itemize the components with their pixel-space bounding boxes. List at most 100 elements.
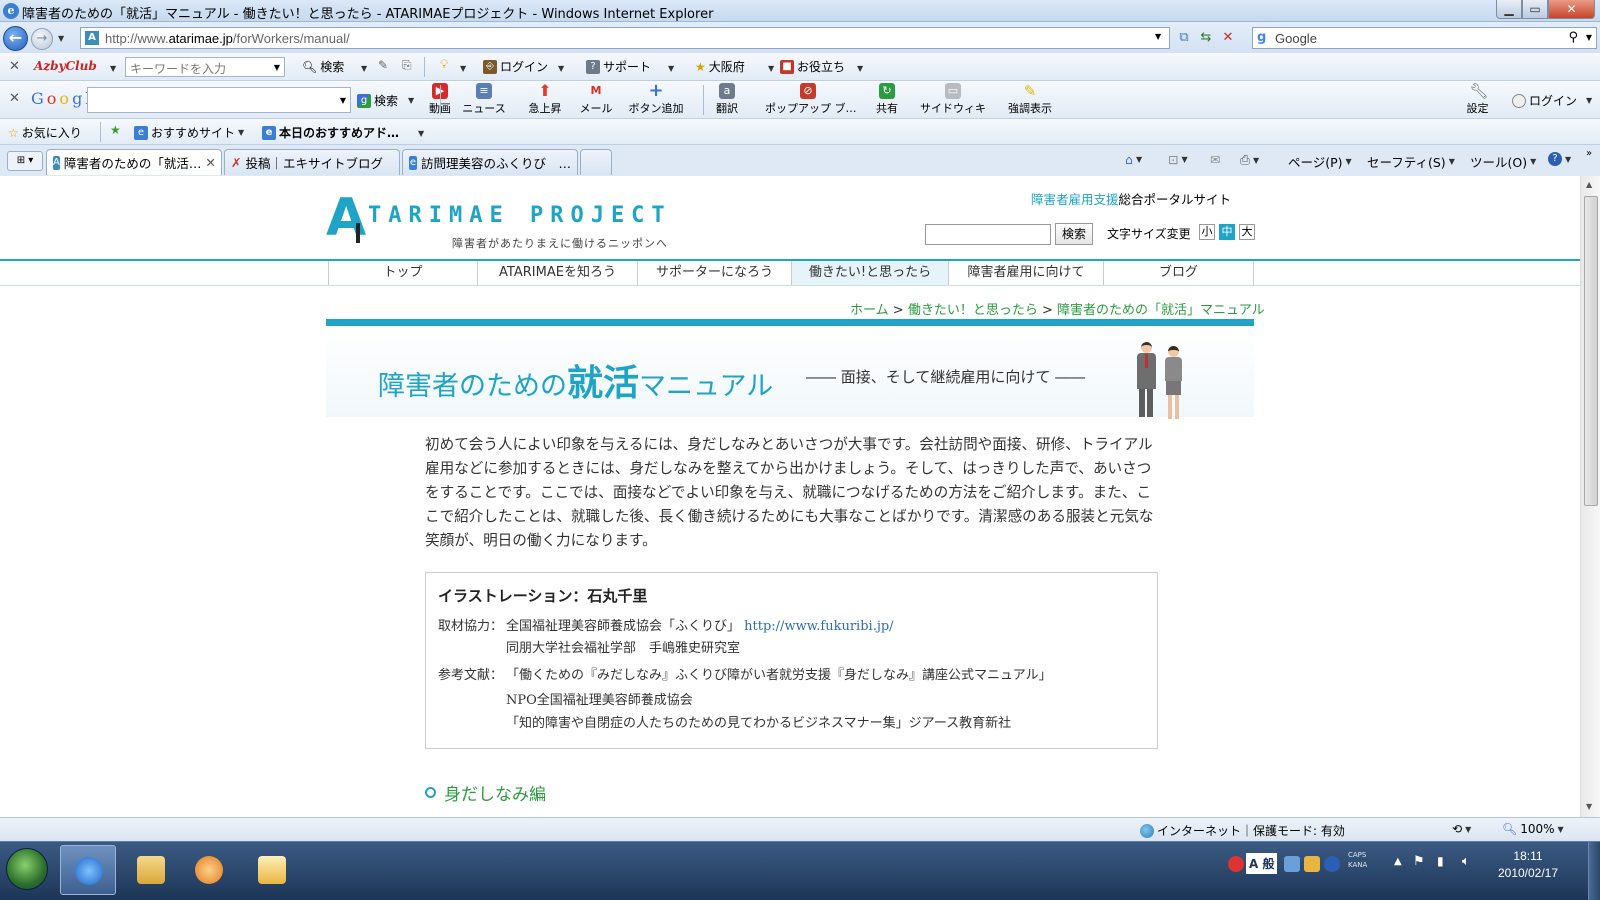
quick-tabs-button[interactable]: ⊞ ▾ <box>7 151 43 171</box>
font-size-small-button[interactable]: 小 <box>1199 224 1215 240</box>
system-clock[interactable]: 18:11 2010/02/17 <box>1488 848 1568 882</box>
feeds-button[interactable]: ⊡ ▼ <box>1168 152 1188 167</box>
popup-blocker-button[interactable]: ⊘ ポップアップ ブ… <box>765 83 857 117</box>
stop-icon[interactable]: ✕ <box>1218 29 1238 47</box>
news-button[interactable]: ≡ ニュース <box>454 83 514 117</box>
maximize-button[interactable]: ▭ <box>1522 0 1548 19</box>
show-desktop-button[interactable] <box>1588 842 1600 900</box>
search-history-dropdown-icon[interactable]: ▼ <box>340 96 346 105</box>
lightbulb-dropdown-icon[interactable]: ▼ <box>460 64 466 73</box>
nav-about-atarimae[interactable]: ATARIMAEを知ろう <box>478 261 638 285</box>
nav-employment[interactable]: 障害者雇用に向けて <box>949 261 1104 285</box>
site-search-input[interactable] <box>925 224 1051 245</box>
sidewiki-button[interactable]: ▭ サイドウィキ <box>918 83 988 117</box>
nav-top[interactable]: トップ <box>328 261 478 285</box>
google-login-dropdown-icon[interactable]: ▼ <box>1586 96 1592 105</box>
tab-excite-blog[interactable]: ✗ 投稿｜エキサイトブログ <box>224 149 400 175</box>
share-button[interactable]: ↻ 共有 <box>862 83 912 117</box>
azby-keyword-input[interactable]: キーワードを入力 ▼ <box>125 57 285 77</box>
close-window-button[interactable]: ✕ <box>1548 0 1595 19</box>
compatibility-view-icon[interactable]: ⧉ <box>1174 29 1194 47</box>
nav-want-to-work[interactable]: 働きたい!と思ったら <box>792 261 949 285</box>
tools-menu[interactable]: ツール(O) ▼ <box>1470 152 1536 171</box>
tracking-icon[interactable]: ⟲ ▼ <box>1452 822 1471 836</box>
help-button[interactable]: ? ▼ <box>1548 152 1571 166</box>
favorites-button[interactable]: ☆ お気に入り <box>8 124 82 141</box>
start-button[interactable] <box>6 848 48 890</box>
scroll-up-icon[interactable]: ▲ <box>1586 180 1592 189</box>
scroll-down-icon[interactable]: ▼ <box>1586 802 1592 811</box>
nav-become-supporter[interactable]: サポーターになろう <box>638 261 792 285</box>
recent-pages-dropdown-icon[interactable]: ▼ <box>58 34 64 43</box>
translate-button[interactable]: a 翻訳 <box>697 83 757 117</box>
login-dropdown-icon[interactable]: ▼ <box>558 64 564 73</box>
lightbulb-icon[interactable]: 💡︎ <box>440 57 448 72</box>
scrollbar-thumb[interactable] <box>1584 196 1598 506</box>
window-titlebar[interactable]: e 障害者のための「就活」マニュアル - 働きたい！と思ったら - ATARIM… <box>0 0 1600 22</box>
action-center-flag-icon[interactable]: ⚑ <box>1413 854 1425 869</box>
azbyclub-logo[interactable]: AzbyClub <box>34 59 97 73</box>
tab-shukatsu-manual[interactable]: A 障害者のための「就活… ✕ <box>46 149 222 175</box>
close-toolbar-icon[interactable]: ✕ <box>9 91 20 106</box>
section-title-grooming[interactable]: 身だしなみ編 <box>425 780 546 805</box>
taskbar-explorer[interactable] <box>123 845 179 895</box>
breadcrumb-home[interactable]: ホーム <box>850 303 889 318</box>
forward-button[interactable]: → <box>31 28 53 50</box>
search-icon[interactable]: ⚲ <box>1568 30 1578 45</box>
support-dropdown-icon[interactable]: ▼ <box>668 64 674 73</box>
add-button-button[interactable]: + ボタン追加 <box>626 82 686 117</box>
azby-search-dropdown-icon[interactable]: ▼ <box>361 64 367 73</box>
network-signal-icon[interactable]: ▮ <box>1437 854 1444 868</box>
new-tab-button[interactable] <box>580 149 612 175</box>
security-tray-icon[interactable] <box>1228 856 1244 872</box>
google-toolbar-settings-button[interactable]: 🔧︎ 設定 <box>1455 83 1500 117</box>
highlight-button[interactable]: ✎ 強調表示 <box>1000 83 1060 117</box>
azby-support-button[interactable]: ? サポート <box>586 58 651 75</box>
page-icon[interactable]: ⎘ <box>402 58 412 73</box>
google-login-button[interactable]: ログイン <box>1512 92 1577 109</box>
zoom-level-button[interactable]: 🔍︎ 100% ▼ <box>1502 822 1564 836</box>
security-zone[interactable]: インターネット｜保護モード: 有効 <box>1140 822 1345 839</box>
browser-search-box[interactable]: g Google ⚲ ▼ <box>1252 27 1597 49</box>
tab-fukuribi[interactable]: e 訪問理美容のふくりび … <box>402 149 578 175</box>
search-options-dropdown-icon[interactable]: ▼ <box>1586 33 1592 42</box>
recommended-addon-dropdown-icon[interactable]: ▼ <box>418 129 424 138</box>
ime-pad-icon[interactable] <box>1284 856 1300 872</box>
taskbar-media-player[interactable] <box>181 845 237 895</box>
more-commands-icon[interactable]: » <box>1586 148 1592 159</box>
page-menu[interactable]: ページ(P) ▼ <box>1288 152 1352 171</box>
site-search-button[interactable]: 検索 <box>1055 223 1093 245</box>
close-toolbar-icon[interactable]: ✕ <box>9 59 20 74</box>
read-mail-icon[interactable]: ✉ <box>1210 152 1220 167</box>
useful-dropdown-icon[interactable]: ▼ <box>857 64 863 73</box>
refresh-icon[interactable]: ⇆ <box>1196 29 1216 47</box>
ime-mode-indicator[interactable]: A 般 <box>1246 853 1278 874</box>
address-bar[interactable]: A http://www.atarimae.jp/forWorkers/manu… <box>80 27 1170 49</box>
taskbar-internet-explorer[interactable] <box>60 845 116 895</box>
taskbar-mail[interactable] <box>244 845 300 895</box>
azby-menu-dropdown-icon[interactable]: ▼ <box>110 64 116 73</box>
home-button[interactable]: ⌂ ▼ <box>1125 152 1142 167</box>
add-to-favorites-icon[interactable]: ★ <box>110 123 121 137</box>
close-tab-icon[interactable]: ✕ <box>205 155 215 170</box>
azby-login-button[interactable]: ⎆ ログイン <box>483 58 548 75</box>
azby-useful-button[interactable]: ■ お役立ち <box>780 58 845 75</box>
show-hidden-icons-button[interactable]: ▲ <box>1394 856 1402 867</box>
nav-blog[interactable]: ブログ <box>1104 261 1254 285</box>
google-toolbar-search-input[interactable]: ▼ <box>87 87 351 113</box>
osaka-dropdown-icon[interactable]: ▼ <box>768 64 774 73</box>
breadcrumb-current[interactable]: 障害者のための「就活」マニュアル <box>1057 303 1265 318</box>
url-text[interactable]: http://www.atarimae.jp/forWorkers/manual… <box>105 31 350 46</box>
pencil-icon[interactable]: ✎ <box>378 58 388 72</box>
minimize-button[interactable]: ▁ <box>1496 0 1522 19</box>
print-button[interactable]: ⎙ ▼ <box>1240 152 1259 168</box>
breadcrumb-want-to-work[interactable]: 働きたい！と思ったら <box>908 303 1038 318</box>
ime-tools-icon[interactable] <box>1304 856 1320 872</box>
volume-speaker-icon[interactable]: 🔈︎ <box>1462 854 1470 869</box>
azby-search-button[interactable]: 🔍︎ 検索 <box>302 58 344 75</box>
back-button[interactable]: ← <box>3 26 28 51</box>
ime-help-icon[interactable] <box>1324 856 1340 872</box>
google-search-button[interactable]: g 検索 <box>357 92 398 109</box>
azby-osaka-button[interactable]: ★ 大阪府 <box>695 58 745 75</box>
gmail-button[interactable]: M メール <box>566 83 626 117</box>
